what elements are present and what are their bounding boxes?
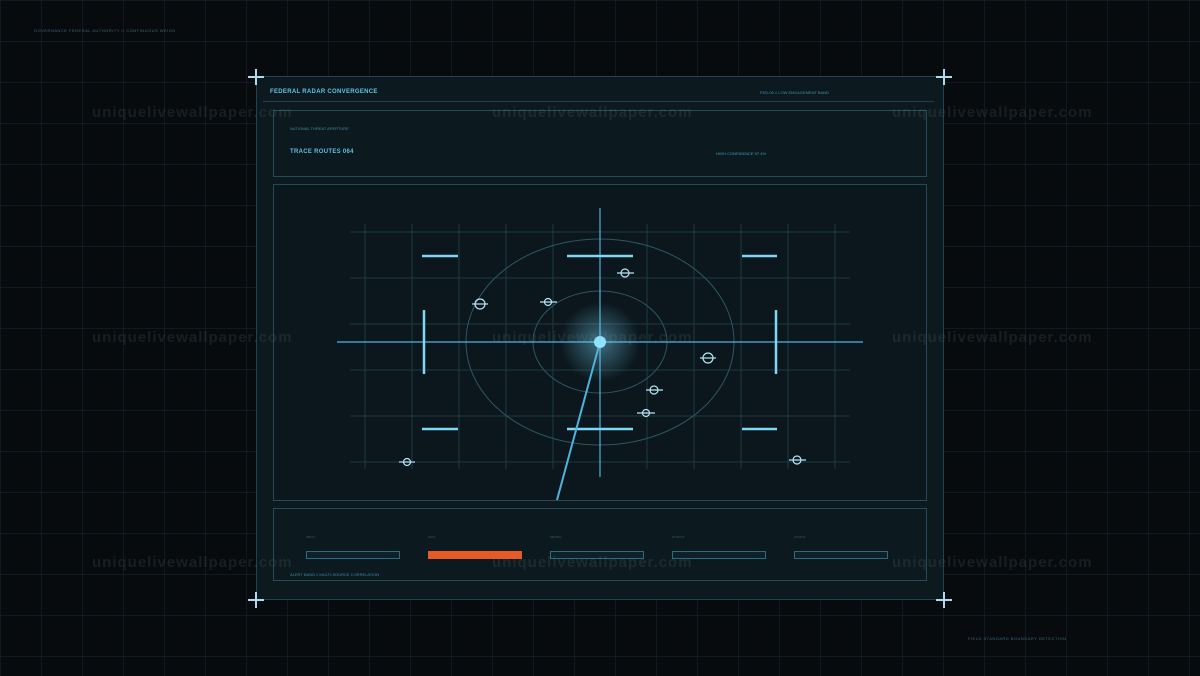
field-label: OUTPUT — [672, 535, 685, 539]
watermark-text: uniquelivewallpaper.com — [492, 554, 693, 571]
footer-note: ALERT BAND // MULTI-SOURCE CORRELATION — [290, 572, 380, 577]
watermark-text: uniquelivewallpaper.com — [892, 329, 1093, 346]
watermark-text: uniquelivewallpaper.com — [92, 554, 293, 571]
target-marker-icon — [472, 298, 488, 310]
watermark-text: uniquelivewallpaper.com — [92, 104, 293, 121]
corner-caption-top: GOVERNANCE FEDERAL AUTHORITY // CONTINUO… — [34, 28, 176, 33]
page-title: FEDERAL RADAR CONVERGENCE — [270, 89, 378, 95]
crosshair-icon — [936, 69, 952, 85]
aperture-label: NATIONAL THREAT APERTURE — [290, 126, 349, 131]
crosshair-icon — [248, 69, 264, 85]
target-marker-icon — [700, 352, 716, 364]
corner-caption-bottom: FIELD STANDARD BOUNDARY DETECTION — [968, 636, 1067, 641]
field-label: DATA — [428, 535, 436, 539]
trace-routes-label: TRACE ROUTES 064 — [290, 149, 354, 155]
target-marker-icon — [789, 455, 806, 465]
field-input-1[interactable] — [306, 551, 400, 559]
watermark-text: uniquelivewallpaper.com — [892, 104, 1093, 121]
crosshair-icon — [248, 592, 264, 608]
target-marker-icon — [637, 408, 655, 418]
target-marker-icon — [646, 385, 663, 395]
field-input-5[interactable] — [794, 551, 888, 559]
confidence-label: HIGH CONFIDENCE 97.4% — [716, 151, 767, 156]
watermark-text: uniquelivewallpaper.com — [492, 104, 693, 121]
field-label: METRIC — [550, 535, 562, 539]
watermark-text: uniquelivewallpaper.com — [92, 329, 293, 346]
header-status: FED-06 // LOW ENGAGEMENT BAND — [760, 90, 830, 95]
watermark-text: uniquelivewallpaper.com — [892, 554, 1093, 571]
field-label: STATUS — [794, 535, 806, 539]
target-marker-icon — [399, 457, 415, 467]
target-marker-icon — [617, 268, 634, 278]
header-divider — [263, 101, 934, 102]
field-label: INPUT — [306, 535, 315, 539]
watermark-text: uniquelivewallpaper.com — [492, 329, 693, 346]
crosshair-icon — [936, 592, 952, 608]
